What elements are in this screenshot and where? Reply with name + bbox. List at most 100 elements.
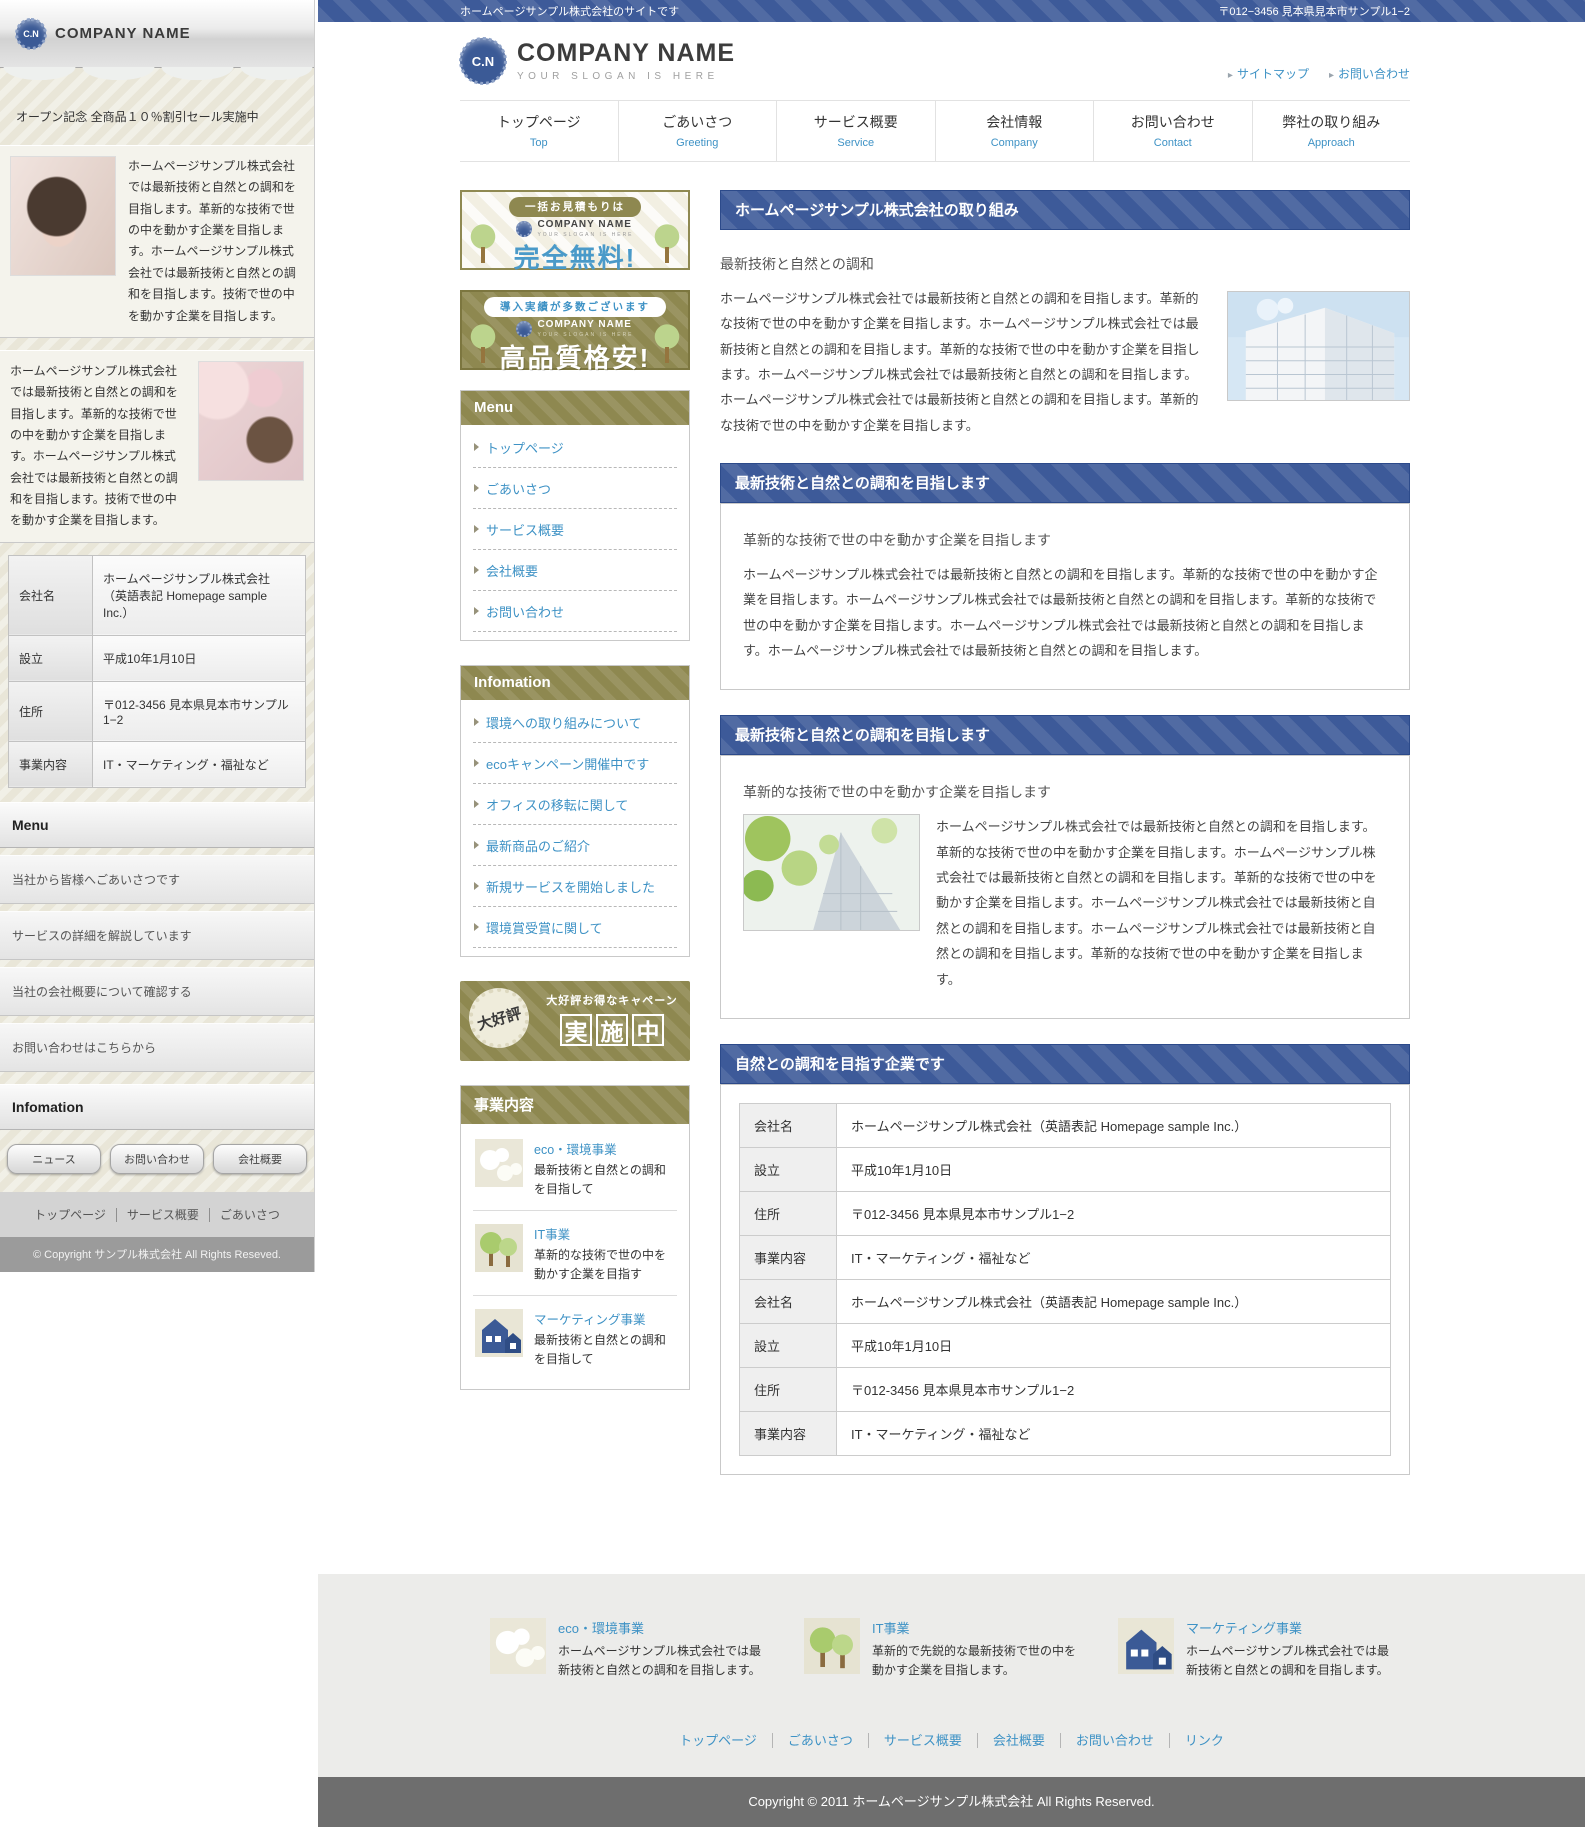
menu-link-company[interactable]: 会社概要 (473, 550, 677, 591)
contact-button[interactable]: お問い合わせ (110, 1144, 204, 1174)
company-badge-icon: C.N (460, 38, 506, 84)
company-name: COMPANY NAME (517, 40, 735, 68)
site-logo[interactable]: C.N COMPANY NAME YOUR SLOGAN IS HERE (460, 38, 735, 84)
table-row: 会社名ホームページサンプル株式会社（英語表記 Homepage sample I… (740, 1279, 1391, 1323)
row-value: 平成10年1月10日 (93, 635, 306, 681)
campaign-banner[interactable]: 大好評 大好評お得なキャペーン 実 施 中 (460, 981, 690, 1061)
nav-item-company[interactable]: 会社情報Company (935, 101, 1094, 161)
sidebar-menu-item-service[interactable]: サービスの詳細を解説しています (0, 911, 314, 960)
footer-link-greeting[interactable]: ごあいさつ (209, 1208, 290, 1222)
section-title: 自然との調和を目指す企業です (720, 1044, 1410, 1084)
business-item-marketing: マーケティング事業 最新技術と自然との調和を目指して (473, 1296, 677, 1380)
info-link-award[interactable]: 環境賞受賞に関して (473, 907, 677, 948)
sidebar-menu-item-greeting[interactable]: 当社から皆様へごあいさつです (0, 855, 314, 904)
section-body: ホームページサンプル株式会社では最新技術と自然との調和を目指します。革新的な技術… (936, 814, 1387, 991)
table-row: 事業内容 IT・マーケティング・福祉など (9, 741, 306, 787)
business-box-heading: 事業内容 (461, 1086, 689, 1124)
main-column: ホームページサンプル株式会社の取り組み 最新技術と自然との調和 (720, 190, 1410, 1500)
footer-nav-links[interactable]: リンク (1170, 1733, 1239, 1748)
menu-link-service[interactable]: サービス概要 (473, 509, 677, 550)
section-harmony-2: 最新技術と自然との調和を目指します 革新的な技術で世の中を動かす企業を目指します (720, 715, 1410, 1018)
row-label: 設立 (9, 635, 93, 681)
woman-portrait-photo (10, 156, 116, 276)
houses-icon (1118, 1618, 1174, 1674)
table-row: 住所〒012-3456 見本県見本市サンプル1−2 (740, 1191, 1391, 1235)
row-value: IT・マーケティング・福祉など (93, 741, 306, 787)
info-link-eco-campaign[interactable]: ecoキャンペーン開催中です (473, 743, 677, 784)
sidebar-copyright: © Copyright サンプル株式会社 All Rights Reseved. (0, 1237, 314, 1272)
sidebar-company-table: 会社名 ホームページサンプル株式会社 （英語表記 Homepage sample… (8, 555, 306, 788)
sidebar-menu-item-contact[interactable]: お問い合わせはこちらから (0, 1023, 314, 1072)
quality-banner[interactable]: 導入実績が多数ございます COMPANY NAME YOUR SLOGAN IS… (460, 290, 690, 370)
menu-box-heading: Menu (461, 391, 689, 425)
company-slogan: YOUR SLOGAN IS HERE (517, 71, 735, 82)
section-body: ホームページサンプル株式会社では最新技術と自然との調和を目指します。革新的な技術… (743, 562, 1387, 663)
company-overview-button[interactable]: 会社概要 (213, 1144, 307, 1174)
table-row: 会社名ホームページサンプル株式会社（英語表記 Homepage sample I… (740, 1103, 1391, 1147)
menu-link-greeting[interactable]: ごあいさつ (473, 468, 677, 509)
nav-item-contact[interactable]: お問い合わせContact (1093, 101, 1252, 161)
company-info-table: 会社名ホームページサンプル株式会社（英語表記 Homepage sample I… (739, 1103, 1391, 1456)
business-item-eco: eco・環境事業 最新技術と自然との調和を目指して (473, 1126, 677, 1211)
section-subtitle: 最新技術と自然との調和 (720, 254, 1410, 274)
sidebar-info-heading: Infomation (0, 1084, 314, 1130)
section-harmony-1: 最新技術と自然との調和を目指します 革新的な技術で世の中を動かす企業を目指します… (720, 463, 1410, 690)
section-company-table: 自然との調和を目指す企業です 会社名ホームページサンプル株式会社（英語表記 Ho… (720, 1044, 1410, 1475)
footer-nav-service[interactable]: サービス概要 (869, 1733, 978, 1748)
office-building-photo (1227, 291, 1410, 401)
table-row: 設立平成10年1月10日 (740, 1323, 1391, 1367)
footer-nav-contact[interactable]: お問い合わせ (1061, 1733, 1170, 1748)
section-title: 最新技術と自然との調和を目指します (720, 463, 1410, 503)
info-link-office-move[interactable]: オフィスの移転に関して (473, 784, 677, 825)
nav-item-greeting[interactable]: ごあいさつGreeting (618, 101, 777, 161)
info-link-environment[interactable]: 環境への取り組みについて (473, 702, 677, 743)
trees-icon (475, 1224, 523, 1272)
sidebar-logo[interactable]: C.N COMPANY NAME (0, 0, 314, 68)
promo-text: オープン記念 全商品１０％割引セール実施中 (16, 110, 259, 124)
menu-link-top[interactable]: トップページ (473, 427, 677, 468)
sidebar-intro-block-2: ホームページサンプル株式会社では最新技術と自然との調和を目指します。革新的な技術… (0, 350, 314, 543)
section-approach: ホームページサンプル株式会社の取り組み 最新技術と自然との調和 (720, 190, 1410, 438)
free-estimate-banner[interactable]: 一括お見積もりは COMPANY NAME YOUR SLOGAN IS HER… (460, 190, 690, 270)
arrow-icon (1228, 67, 1233, 81)
sidebar-menu-item-company[interactable]: 当社の会社概要について確認する (0, 967, 314, 1016)
table-row: 会社名 ホームページサンプル株式会社 （英語表記 Homepage sample… (9, 555, 306, 635)
nav-item-approach[interactable]: 弊社の取り組みApproach (1252, 101, 1411, 161)
tree-icon (469, 223, 497, 263)
footer-nav-top[interactable]: トップページ (664, 1733, 773, 1748)
row-value: 〒012-3456 見本県見本市サンプル1−2 (93, 681, 306, 741)
footer-nav-greeting[interactable]: ごあいさつ (773, 1733, 869, 1748)
campaign-caption: 大好評お得なキャペーン (540, 992, 684, 1008)
sidebar-promo-banner: オープン記念 全商品１０％割引セール実施中 (0, 68, 314, 145)
footer-item-it: IT事業 革新的で先鋭的な最新技術で世の中を動かす企業を目指します。 (804, 1618, 1096, 1680)
footer-nav: トップページごあいさつサービス概要会社概要お問い合わせリンク (318, 1730, 1585, 1777)
table-row: 事業内容IT・マーケティング・福祉など (740, 1411, 1391, 1455)
sitemap-link[interactable]: サイトマップ (1228, 65, 1309, 82)
table-row: 設立平成10年1月10日 (740, 1147, 1391, 1191)
site-header: C.N COMPANY NAME YOUR SLOGAN IS HERE サイト… (318, 22, 1585, 88)
houses-icon (475, 1309, 523, 1357)
menu-link-contact[interactable]: お問い合わせ (473, 591, 677, 632)
nav-item-top[interactable]: トップページTop (460, 101, 618, 161)
section-body: ホームページサンプル株式会社では最新技術と自然との調和を目指します。革新的な技術… (720, 291, 1200, 433)
business-box: 事業内容 eco・環境事業 最新技術と自然との調和を目指して IT事業 革新的な… (460, 1085, 690, 1390)
row-label: 会社名 (9, 555, 93, 635)
table-row: 設立 平成10年1月10日 (9, 635, 306, 681)
section-subtitle: 革新的な技術で世の中を動かす企業を目指します (743, 782, 1387, 802)
news-button[interactable]: ニュース (7, 1144, 101, 1174)
row-value: ホームページサンプル株式会社 （英語表記 Homepage sample Inc… (93, 555, 306, 635)
utility-links: サイトマップ お問い合わせ (1228, 65, 1410, 82)
footer-link-top[interactable]: トップページ (24, 1208, 116, 1222)
nav-item-service[interactable]: サービス概要Service (776, 101, 935, 161)
company-badge-icon (516, 221, 532, 237)
intro-text: ホームページサンプル株式会社では最新技術と自然との調和を目指します。革新的な技術… (128, 156, 304, 327)
section-subtitle: 革新的な技術で世の中を動かす企業を目指します (743, 530, 1387, 550)
footer-nav-company[interactable]: 会社概要 (978, 1733, 1061, 1748)
copyright-bar: Copyright © 2011 ホームページサンプル株式会社 All Righ… (318, 1777, 1585, 1827)
contact-link[interactable]: お問い合わせ (1329, 65, 1410, 82)
info-link-new-products[interactable]: 最新商品のご紹介 (473, 825, 677, 866)
footer-link-service[interactable]: サービス概要 (116, 1208, 209, 1222)
business-item-it: IT事業 革新的な技術で世の中を動かす企業を目指す (473, 1211, 677, 1296)
banner-pill: 導入実績が多数ございます (484, 297, 666, 317)
info-link-new-service[interactable]: 新規サービスを開始しました (473, 866, 677, 907)
